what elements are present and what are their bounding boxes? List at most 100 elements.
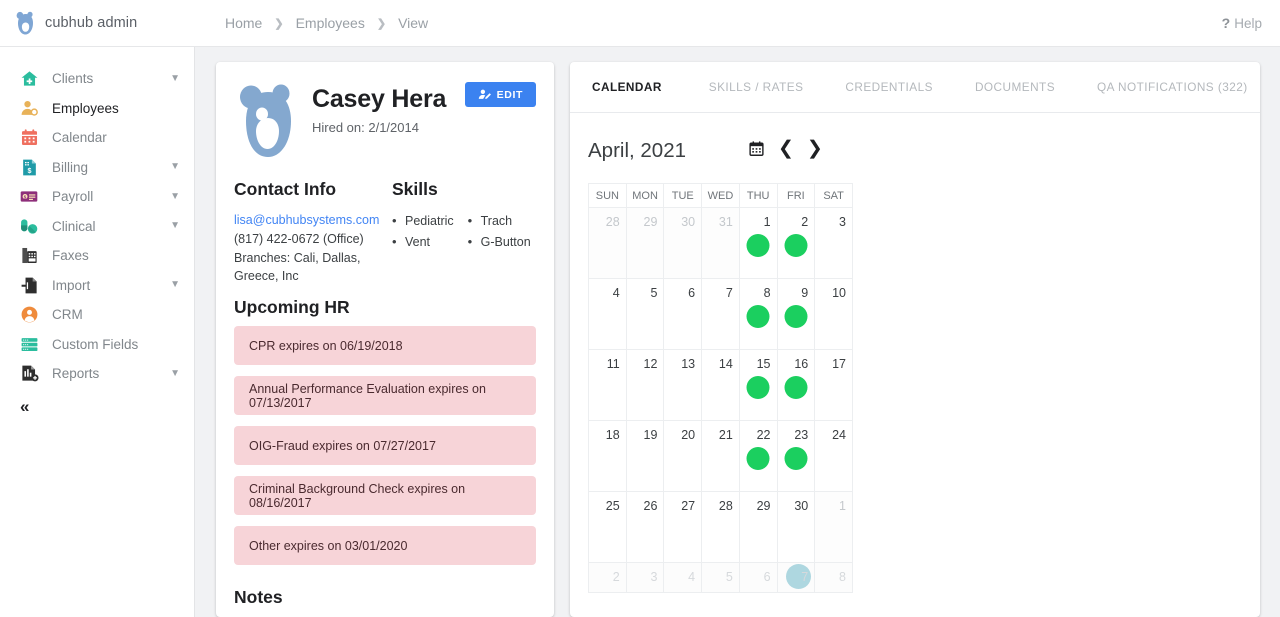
calendar-day-cell[interactable]: 9 — [776, 278, 816, 350]
calendar-day-cell[interactable]: 2 — [588, 562, 627, 593]
calendar-day-cell[interactable]: 25 — [588, 491, 627, 563]
tab-credentials[interactable]: CREDENTIALS — [824, 62, 954, 113]
calendar-event-dot[interactable] — [784, 234, 808, 257]
calendar-day-number: 15 — [756, 357, 771, 371]
hr-alert-item[interactable]: Criminal Background Check expires on 08/… — [234, 476, 536, 515]
calendar-day-cell[interactable]: 20 — [663, 420, 703, 492]
calendar-day-cell[interactable]: 4 — [588, 278, 627, 350]
calendar-day-cell[interactable]: 13 — [663, 349, 703, 421]
calendar-day-cell[interactable]: 1 — [738, 207, 778, 279]
chevron-down-icon[interactable]: ▼ — [170, 73, 180, 84]
chevron-right-icon[interactable]: ❯ — [807, 139, 823, 158]
calendar-week-row: 28 29 30 31 1 2 3 — [588, 207, 853, 279]
notes-title: Notes — [234, 587, 283, 607]
sidebar-item-custom-fields[interactable]: Custom Fields — [0, 330, 194, 360]
calendar-day-cell[interactable]: 16 — [776, 349, 816, 421]
calendar-day-cell[interactable]: 29 — [625, 207, 665, 279]
chevron-down-icon[interactable]: ▼ — [170, 191, 180, 202]
sidebar-item-reports[interactable]: Reports ▼ — [0, 359, 194, 389]
tab-qa-notifications[interactable]: QA NOTIFICATIONS (322) — [1076, 62, 1260, 113]
user-edit-icon — [478, 89, 491, 99]
chevron-down-icon[interactable]: ▼ — [170, 221, 180, 231]
calendar-day-cell[interactable]: 27 — [663, 491, 703, 563]
calendar-event-dot[interactable] — [746, 305, 770, 328]
calendar-day-number: 1 — [839, 499, 846, 513]
chevron-down-icon[interactable]: ▼ — [170, 368, 180, 379]
chevron-left-icon[interactable]: ❮ — [778, 139, 794, 158]
hr-alert-item[interactable]: OIG-Fraud expires on 07/27/2017 — [234, 426, 536, 465]
calendar-day-cell[interactable]: 5 — [701, 562, 740, 593]
breadcrumb-employees[interactable]: Employees — [296, 15, 365, 31]
hr-alert-item[interactable]: CPR expires on 06/19/2018 — [234, 326, 536, 365]
calendar-icon — [18, 127, 40, 149]
calendar-day-number: 19 — [643, 428, 658, 442]
calendar-day-cell[interactable]: 7 — [776, 562, 816, 593]
hr-alert-item[interactable]: Other expires on 03/01/2020 — [234, 526, 536, 565]
sidebar-item-label: Clinical — [52, 218, 96, 234]
calendar-day-cell[interactable]: 6 — [663, 278, 703, 350]
calendar-day-cell[interactable]: 18 — [588, 420, 627, 492]
calendar-day-cell[interactable]: 6 — [738, 562, 778, 593]
calendar-day-cell[interactable]: 8 — [814, 562, 853, 593]
calendar-day-cell[interactable]: 10 — [814, 278, 853, 350]
calendar-day-cell[interactable]: 31 — [701, 207, 740, 279]
calendar-event-dot[interactable] — [746, 376, 770, 399]
hr-alert-item[interactable]: Annual Performance Evaluation expires on… — [234, 376, 536, 415]
email-link[interactable]: lisa@cubhubsystems.com — [234, 211, 392, 230]
sidebar-item-import[interactable]: Import ▼ — [0, 271, 194, 301]
calendar-day-cell[interactable]: 12 — [625, 349, 665, 421]
calendar-day-cell[interactable]: 22 — [738, 420, 778, 492]
sidebar-item-clinical[interactable]: Clinical ▼ — [0, 212, 194, 242]
calendar-event-dot[interactable] — [784, 305, 808, 328]
calendar-day-cell[interactable]: 21 — [701, 420, 740, 492]
calendar-day-cell[interactable]: 26 — [625, 491, 665, 563]
calendar-day-cell[interactable]: 28 — [588, 207, 627, 279]
brand[interactable]: cubhub admin — [14, 10, 184, 36]
calendar-day-cell[interactable]: 11 — [588, 349, 627, 421]
calendar-day-cell[interactable]: 30 — [663, 207, 703, 279]
calendar-day-cell[interactable]: 19 — [625, 420, 665, 492]
calendar-day-cell[interactable]: 24 — [814, 420, 853, 492]
edit-button[interactable]: EDIT — [464, 82, 536, 107]
sidebar-item-faxes[interactable]: Faxes — [0, 241, 194, 271]
calendar-event-dot[interactable] — [746, 234, 770, 257]
breadcrumb-home[interactable]: Home — [225, 15, 262, 31]
sidebar-item-crm[interactable]: CRM — [0, 300, 194, 330]
calendar-day-cell[interactable]: 29 — [738, 491, 778, 563]
sidebar-item-calendar[interactable]: Calendar — [0, 123, 194, 153]
calendar-day-cell[interactable]: 30 — [776, 491, 816, 563]
calendar-day-cell[interactable]: 8 — [738, 278, 778, 350]
chevron-down-icon[interactable]: ▼ — [170, 280, 180, 290]
calendar-day-cell[interactable]: 17 — [814, 349, 853, 421]
tab-skills-rates[interactable]: SKILLS / RATES — [688, 62, 825, 113]
weekday-thu: THU — [738, 183, 778, 208]
calendar-day-cell[interactable]: 1 — [814, 491, 853, 563]
calendar-day-cell[interactable]: 4 — [663, 562, 703, 593]
tab-documents[interactable]: DOCUMENTS — [954, 62, 1076, 113]
sidebar-item-payroll[interactable]: $ Payroll ▼ — [0, 182, 194, 212]
brand-label: cubhub admin — [45, 15, 138, 31]
question-mark-icon: ? — [1221, 15, 1231, 31]
calendar-day-cell[interactable]: 28 — [701, 491, 740, 563]
calendar-day-cell[interactable]: 3 — [814, 207, 853, 279]
sidebar-item-billing[interactable]: $ Billing ▼ — [0, 153, 194, 183]
calendar-day-cell[interactable]: 5 — [625, 278, 665, 350]
calendar-event-dot[interactable] — [784, 447, 808, 470]
sidebar-collapse-button[interactable]: « — [0, 398, 194, 415]
calendar-day-cell[interactable]: 2 — [776, 207, 816, 279]
calendar-day-cell[interactable]: 3 — [625, 562, 665, 593]
breadcrumb-separator-icon: ❯ — [376, 17, 387, 30]
sidebar-item-employees[interactable]: Employees — [0, 94, 194, 124]
calendar-day-cell[interactable]: 15 — [738, 349, 778, 421]
calendar-event-dot[interactable] — [746, 447, 770, 470]
calendar-day-cell[interactable]: 14 — [701, 349, 740, 421]
tab-calendar[interactable]: CALENDAR — [592, 62, 688, 113]
calendar-event-dot[interactable] — [784, 376, 808, 399]
chevron-down-icon[interactable]: ▼ — [170, 162, 180, 172]
calendar-day-cell[interactable]: 7 — [701, 278, 740, 350]
sidebar-item-clients[interactable]: Clients ▼ — [0, 64, 194, 94]
skill-item: G-Button — [468, 231, 531, 253]
calendar-day-cell[interactable]: 23 — [776, 420, 816, 492]
calendar-picker-icon[interactable] — [748, 140, 765, 157]
help-button[interactable]: ? Help — [1222, 15, 1262, 31]
